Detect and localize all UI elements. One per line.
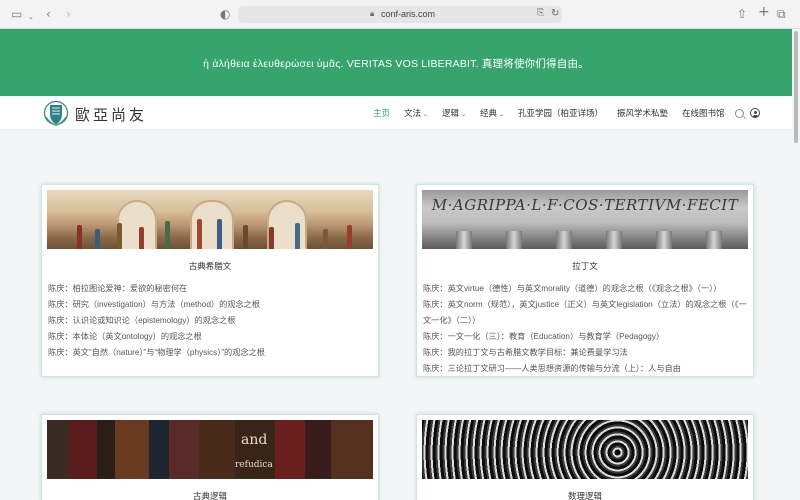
card-title[interactable]: 古典希腊文 — [42, 260, 378, 272]
article-link[interactable]: 陈庆：我的拉丁文与古希腊文教学目标：兼论费曼学习法 — [423, 345, 749, 361]
article-link[interactable]: 陈庆：英文norm（规范），英文justice（正义）与英文legislatio… — [423, 297, 749, 329]
book-spine-text: and — [241, 432, 268, 448]
card-article-list: 陈庆：柏拉图论爱神：爱欲的秘密何在 陈庆：研究（investigation）与方… — [48, 281, 374, 361]
card-article-list: 陈庆：英文virtue（德性）与英文morality（道德）的观念之根（《观念之… — [423, 281, 749, 377]
chevron-down-icon: ⌄ — [423, 111, 429, 118]
article-link[interactable]: 陈庆：本体论（英文ontology）的观念之根 — [48, 329, 374, 345]
user-account-icon[interactable] — [750, 108, 760, 118]
back-icon[interactable]: ‹ — [46, 7, 51, 21]
share-icon[interactable]: ⇧ — [737, 7, 747, 21]
address-bar[interactable]: 🔒︎ conf-aris.com ⎘ ↻ — [238, 6, 562, 23]
motto-banner: ἡ ἀλήθεια ἐλευθερώσει ὑμᾶς. VERITAS VOS … — [0, 29, 792, 96]
category-card-classical-logic: and refudica 古典逻辑 — [41, 414, 379, 500]
crest-logo-icon[interactable] — [44, 99, 68, 127]
site-logo-text[interactable]: 歐亞尚友 — [75, 104, 147, 125]
forward-icon[interactable]: › — [66, 7, 71, 21]
article-link[interactable]: 陈庆：英文“自然（nature）”与“物理学（physics）”的观念之根 — [48, 345, 374, 361]
chevron-down-icon: ⌄ — [499, 111, 505, 118]
category-card-latin: M·AGRIPPA·L·F·COS·TERTIVM·FECIT 拉丁文 陈庆：英… — [416, 184, 754, 377]
card-title[interactable]: 拉丁文 — [417, 260, 753, 272]
article-link[interactable]: 陈庆：研究（investigation）与方法（method）的观念之根 — [48, 297, 374, 313]
lock-icon: 🔒︎ — [370, 9, 375, 18]
sidebar-toggle-icon[interactable]: ▭ — [11, 7, 22, 21]
nav-item-academy[interactable]: 孔亚学园（柏亚详场） — [518, 107, 603, 119]
card-image-fractal[interactable] — [422, 420, 748, 479]
article-link[interactable]: 陈庆：三论拉丁文研习——人类思想资源的传输与分流（上）：人与自由 — [423, 361, 749, 377]
search-icon[interactable] — [735, 109, 744, 118]
translate-icon[interactable]: ⎘ — [537, 8, 544, 18]
browser-toolbar: ▭ ⌄ ‹ › ◐ 🔒︎ conf-aris.com ⎘ ↻ ⇧ + ⧉ — [0, 0, 800, 29]
article-link[interactable]: 陈庆：一文一化（三）：教育（Education）与教育学（Pedagogy） — [423, 329, 749, 345]
new-tab-icon[interactable]: + — [758, 5, 770, 19]
card-image-pantheon-inscription[interactable]: M·AGRIPPA·L·F·COS·TERTIVM·FECIT — [422, 190, 748, 249]
book-spine-text: refudica — [235, 460, 273, 470]
chevron-down-icon: ⌄ — [461, 111, 467, 118]
site-header: 歐亞尚友 主页 文法 ⌄ 逻辑 ⌄ 经典 ⌄ 孔亚学园（柏亚详场） 振风学术私塾 在线… — [0, 96, 792, 130]
card-title[interactable]: 数理逻辑 — [417, 490, 753, 500]
inscription-text: M·AGRIPPA·L·F·COS·TERTIVM·FECIT — [431, 196, 739, 214]
article-link[interactable]: 陈庆：柏拉图论爱神：爱欲的秘密何在 — [48, 281, 374, 297]
nav-item-private-school[interactable]: 振风学术私塾 — [617, 107, 668, 119]
card-image-school-of-athens[interactable] — [47, 190, 373, 249]
privacy-shield-icon[interactable]: ◐ — [220, 7, 230, 21]
chevron-down-icon[interactable]: ⌄ — [28, 10, 34, 24]
article-link[interactable]: 陈庆：英文virtue（德性）与英文morality（道德）的观念之根（《观念之… — [423, 281, 749, 297]
category-card-greek: 古典希腊文 陈庆：柏拉图论爱神：爱欲的秘密何在 陈庆：研究（investigat… — [41, 184, 379, 377]
nav-item-grammar[interactable]: 文法 ⌄ — [404, 107, 428, 119]
motto-text: ἡ ἀλήθεια ἐλευθερώσει ὑμᾶς. VERITAS VOS … — [203, 58, 589, 70]
card-title[interactable]: 古典逻辑 — [42, 490, 378, 500]
scrollbar-thumb[interactable] — [794, 31, 798, 143]
nav-item-online-library[interactable]: 在线图书馆 — [682, 107, 725, 119]
reload-icon[interactable]: ↻ — [551, 8, 559, 19]
card-image-old-books[interactable]: and refudica — [47, 420, 373, 479]
nav-item-logic[interactable]: 逻辑 ⌄ — [442, 107, 466, 119]
tab-overview-icon[interactable]: ⧉ — [777, 7, 786, 21]
category-card-mathematical-logic: 数理逻辑 — [416, 414, 754, 500]
page-scrollbar[interactable] — [792, 29, 800, 500]
nav-item-home[interactable]: 主页 — [373, 107, 390, 119]
nav-item-classics[interactable]: 经典 ⌄ — [480, 107, 504, 119]
article-link[interactable]: 陈庆：认识论或知识论（epistemology）的观念之根 — [48, 313, 374, 329]
url-text: conf-aris.com — [381, 9, 436, 19]
